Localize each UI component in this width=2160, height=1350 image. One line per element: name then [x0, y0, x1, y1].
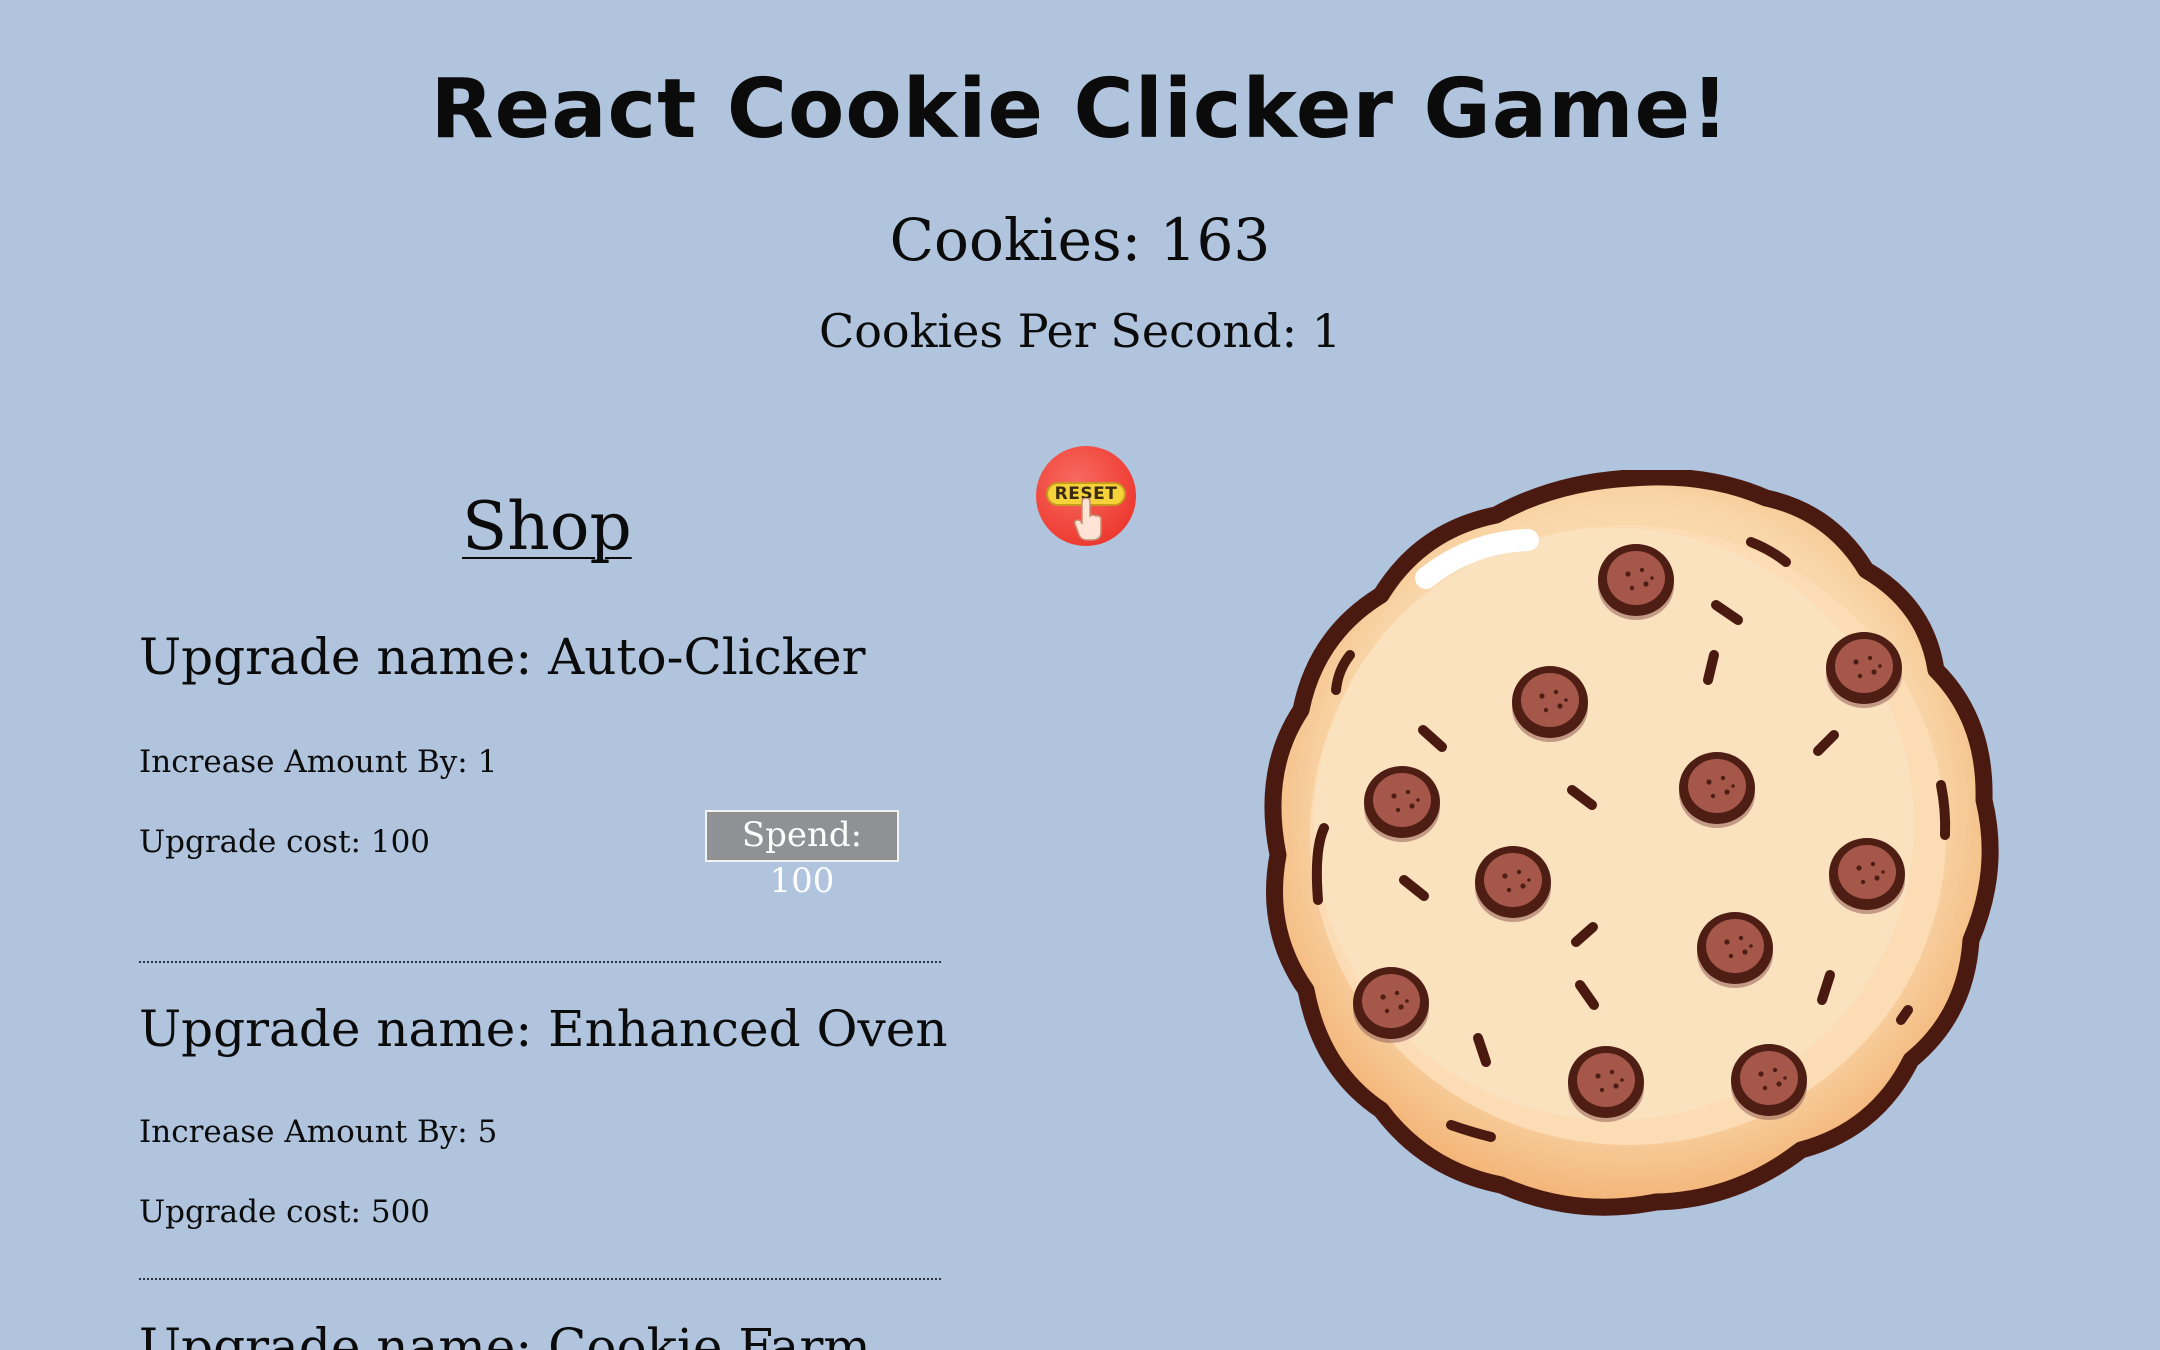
page-title: React Cookie Clicker Game! [430, 62, 1730, 157]
spend-button[interactable]: Spend: 100 [705, 810, 899, 901]
upgrade-name: Upgrade name: Enhanced Oven [139, 1000, 948, 1058]
pointing-hand-icon [1074, 498, 1102, 541]
cookies-count: Cookies: 163 [889, 206, 1271, 274]
upgrade-divider [139, 1278, 941, 1280]
cookie-icon[interactable] [1256, 470, 2006, 1220]
upgrade-name: Upgrade name: Auto-Clicker [139, 628, 866, 686]
game-page: React Cookie Clicker Game! Cookies: 163 … [0, 0, 2160, 1350]
upgrade-card-cookie-farm: Upgrade name: Cookie Farm [139, 1318, 941, 1350]
upgrade-cost: Upgrade cost: 100 [139, 824, 431, 860]
shop-title: Shop [462, 488, 632, 565]
upgrade-card-auto-clicker: Upgrade name: Auto-Clicker Increase Amou… [139, 628, 941, 968]
upgrade-cost: Upgrade cost: 500 [139, 1194, 431, 1230]
upgrade-card-enhanced-oven: Upgrade name: Enhanced Oven Increase Amo… [139, 1000, 948, 1300]
reset-button[interactable]: RESET [1036, 446, 1136, 546]
upgrade-increase: Increase Amount By: 5 [139, 1114, 498, 1150]
cookies-per-second: Cookies Per Second: 1 [819, 304, 1341, 358]
upgrade-increase: Increase Amount By: 1 [139, 744, 498, 780]
upgrade-name: Upgrade name: Cookie Farm [139, 1318, 871, 1350]
upgrade-divider [139, 961, 941, 963]
